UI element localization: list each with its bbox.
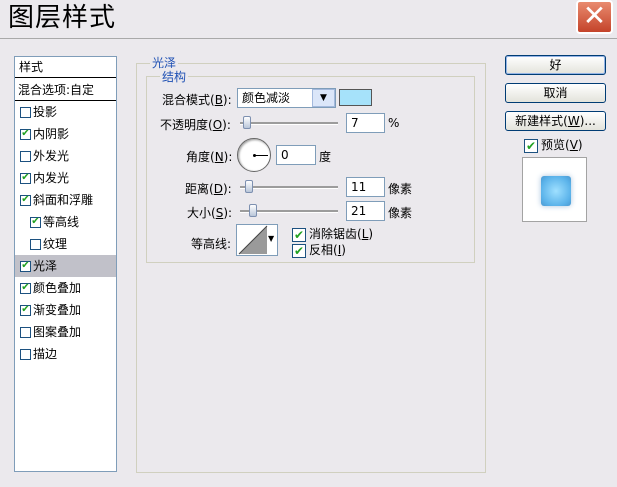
- style-item-checkbox[interactable]: [20, 106, 31, 118]
- style-item-label: 光泽: [33, 259, 58, 273]
- invert-checkbox[interactable]: ✔: [292, 243, 306, 258]
- angle-center-dot: [253, 154, 256, 157]
- window-title: 图层样式: [8, 3, 117, 33]
- ok-button[interactable]: 好: [505, 55, 606, 75]
- style-item-label: 渐变叠加: [33, 303, 82, 317]
- style-item-checkbox[interactable]: ✔: [20, 172, 31, 184]
- opacity-input[interactable]: 7: [346, 113, 385, 133]
- style-item-checkbox[interactable]: ✔: [20, 260, 31, 272]
- blend-color-swatch[interactable]: [339, 89, 372, 106]
- distance-slider-thumb[interactable]: [245, 180, 253, 193]
- style-item-label: 等高线: [43, 215, 80, 229]
- preview-checkbox[interactable]: ✔: [524, 138, 538, 153]
- contour-dropdown-icon[interactable]: ▼: [268, 234, 274, 243]
- style-item[interactable]: ✔ 内阴影: [15, 123, 116, 145]
- style-item-checkbox[interactable]: ✔: [20, 304, 31, 316]
- angle-unit: 度: [319, 150, 332, 164]
- style-item[interactable]: 描边: [15, 343, 116, 365]
- preview-label: 预览(V): [541, 138, 583, 152]
- style-item-label: 投影: [33, 105, 58, 119]
- style-item[interactable]: ✔ 等高线: [15, 211, 116, 233]
- blend-mode-select[interactable]: 颜色减淡 ▼: [237, 88, 336, 108]
- close-icon: ✕: [582, 0, 607, 32]
- angle-dial[interactable]: [237, 138, 271, 172]
- anti-alias-option[interactable]: ✔ 消除锯齿(L): [292, 225, 373, 242]
- style-item-label: 外发光: [33, 149, 70, 163]
- invert-label: 反相(I): [309, 243, 346, 257]
- title-separator: [0, 38, 617, 39]
- style-item[interactable]: 投影: [15, 101, 116, 123]
- style-item-checkbox[interactable]: [20, 150, 31, 162]
- style-item-checkbox[interactable]: ✔: [20, 194, 31, 206]
- style-item-label: 图案叠加: [33, 325, 82, 339]
- styles-list: 样式 混合选项:自定 投影 ✔ 内阴影 外发光 ✔ 内发光 ✔ 斜面和浮雕 ✔ 等高线 纹理 ✔ 光泽 ✔…: [14, 56, 117, 472]
- style-item[interactable]: 图案叠加: [15, 321, 116, 343]
- contour-curve-icon: [238, 225, 268, 255]
- style-item-checkbox[interactable]: ✔: [30, 216, 41, 228]
- blend-mode-label: 混合模式(B):: [162, 93, 232, 107]
- opacity-slider-thumb[interactable]: [243, 116, 251, 129]
- preview-option[interactable]: ✔ 预览(V): [524, 136, 583, 153]
- invert-option[interactable]: ✔ 反相(I): [292, 241, 346, 258]
- cancel-button[interactable]: 取消: [505, 83, 606, 103]
- style-item-label: 内发光: [33, 171, 70, 185]
- contour-picker[interactable]: ▼: [236, 224, 278, 256]
- style-item[interactable]: ✔ 斜面和浮雕: [15, 189, 116, 211]
- new-style-button[interactable]: 新建样式(W)...: [505, 111, 606, 131]
- distance-input[interactable]: 11: [346, 177, 385, 197]
- preview-thumbnail: [541, 176, 571, 206]
- style-items: 投影 ✔ 内阴影 外发光 ✔ 内发光 ✔ 斜面和浮雕 ✔ 等高线 纹理 ✔ 光泽 ✔ 颜色叠加 ✔ 渐变叠加 图案…: [15, 101, 116, 365]
- style-item[interactable]: ✔ 渐变叠加: [15, 299, 116, 321]
- style-item[interactable]: ✔ 内发光: [15, 167, 116, 189]
- style-item-checkbox[interactable]: [30, 238, 41, 250]
- size-label: 大小(S):: [187, 206, 233, 220]
- style-item-label: 描边: [33, 347, 58, 361]
- style-item-label: 纹理: [43, 237, 68, 251]
- style-item[interactable]: 外发光: [15, 145, 116, 167]
- style-item-label: 颜色叠加: [33, 281, 82, 295]
- angle-needle: [254, 155, 268, 156]
- style-item[interactable]: 纹理: [15, 233, 116, 255]
- distance-slider-track[interactable]: [240, 186, 338, 189]
- styles-header[interactable]: 样式: [15, 57, 116, 78]
- distance-unit: 像素: [388, 182, 413, 196]
- angle-label: 角度(N):: [186, 150, 233, 164]
- style-item-label: 斜面和浮雕: [33, 193, 94, 207]
- size-unit: 像素: [388, 206, 413, 220]
- chevron-down-icon[interactable]: ▼: [312, 89, 335, 107]
- style-item-checkbox[interactable]: ✔: [20, 282, 31, 294]
- opacity-label: 不透明度(O):: [160, 118, 231, 132]
- anti-alias-checkbox[interactable]: ✔: [292, 227, 306, 242]
- style-item-checkbox[interactable]: [20, 348, 31, 360]
- style-item-checkbox[interactable]: ✔: [20, 128, 31, 140]
- opacity-slider-track[interactable]: [240, 122, 338, 125]
- style-item-label: 内阴影: [33, 127, 70, 141]
- anti-alias-label: 消除锯齿(L): [309, 227, 374, 241]
- style-item[interactable]: ✔ 光泽: [15, 255, 116, 277]
- distance-label: 距离(D):: [185, 182, 232, 196]
- opacity-unit: %: [388, 116, 400, 130]
- title-bar: 图层样式 ✕: [0, 0, 617, 38]
- blend-mode-value: 颜色减淡: [242, 91, 291, 105]
- angle-input[interactable]: 0: [276, 145, 316, 165]
- style-item[interactable]: ✔ 颜色叠加: [15, 277, 116, 299]
- size-input[interactable]: 21: [346, 201, 385, 221]
- size-slider-thumb[interactable]: [249, 204, 257, 217]
- structure-group-title: 结构: [160, 68, 189, 85]
- contour-label: 等高线:: [191, 237, 232, 251]
- blend-options-item[interactable]: 混合选项:自定: [15, 80, 116, 101]
- style-item-checkbox[interactable]: [20, 326, 31, 338]
- close-button[interactable]: ✕: [576, 0, 613, 34]
- style-preview: [522, 157, 587, 222]
